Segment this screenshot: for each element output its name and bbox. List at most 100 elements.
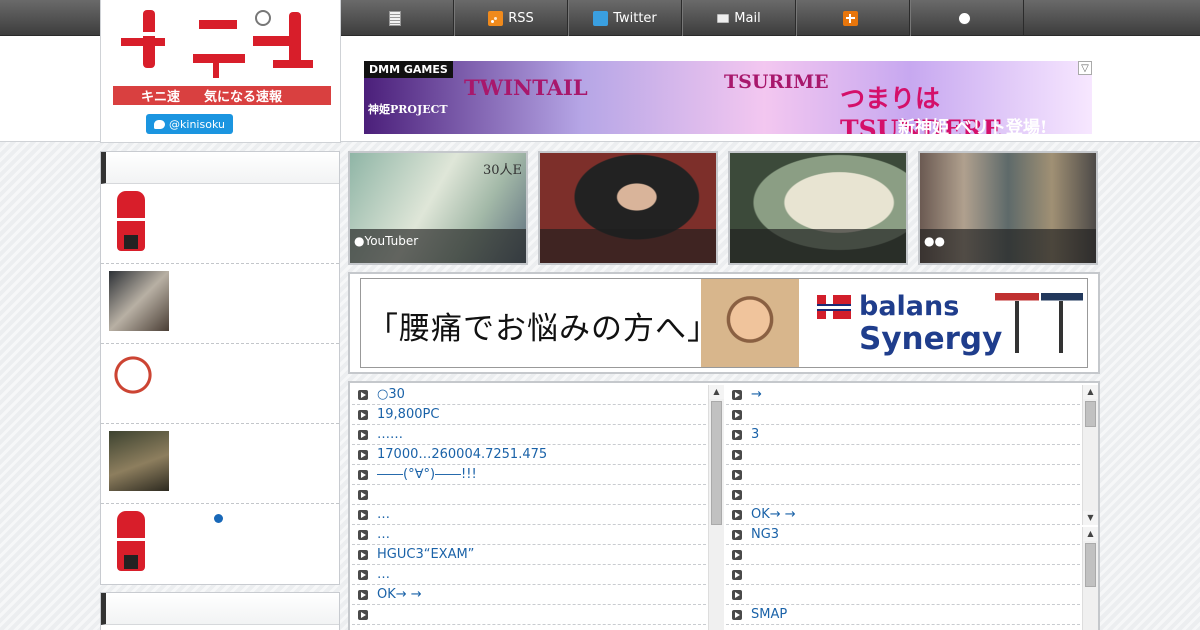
list-item-link[interactable]: … xyxy=(377,567,390,582)
play-bullet-icon xyxy=(732,429,742,440)
list-item-link[interactable]: → xyxy=(751,387,762,402)
item-thumbnail[interactable] xyxy=(117,511,145,571)
card-caption[interactable] xyxy=(540,229,716,263)
play-bullet-icon xyxy=(358,549,368,560)
scroll-down-icon[interactable]: ▼ xyxy=(1083,511,1098,525)
mid-ad-banner[interactable]: 「腰痛でお悩みの方へ」 balans Synergy xyxy=(360,278,1088,368)
list-item[interactable] xyxy=(726,545,1080,565)
twitter-icon xyxy=(593,10,609,26)
list-item[interactable]: → xyxy=(726,385,1080,405)
item-thumbnail[interactable] xyxy=(117,191,145,251)
nav-item-document[interactable] xyxy=(340,0,454,36)
play-bullet-icon xyxy=(358,429,368,440)
card-caption[interactable]: ●YouTuber xyxy=(350,229,526,263)
item-thumbnail[interactable] xyxy=(109,351,169,411)
nav-item-twitter[interactable]: Twitter xyxy=(568,0,682,36)
nav-item-kani[interactable] xyxy=(796,0,910,36)
list-item-link[interactable]: 19,800PC xyxy=(377,407,439,422)
play-bullet-icon xyxy=(732,389,742,400)
nav-item-mail[interactable]: Mail xyxy=(682,0,796,36)
scroll-thumb[interactable] xyxy=(1085,543,1096,587)
list-item[interactable] xyxy=(726,625,1080,630)
list-item[interactable]: … xyxy=(352,525,706,545)
list-item[interactable] xyxy=(726,485,1080,505)
ad-box: 「腰痛でお悩みの方へ」 balans Synergy xyxy=(348,272,1100,374)
scrollbar[interactable]: ▲ xyxy=(708,385,724,630)
list-item[interactable] xyxy=(726,565,1080,585)
nav-item-rss[interactable]: RSS xyxy=(454,0,568,36)
item-thumbnail[interactable] xyxy=(109,431,169,491)
card-caption[interactable] xyxy=(730,229,906,263)
list-item[interactable] xyxy=(726,405,1080,425)
play-bullet-icon xyxy=(732,529,742,540)
feature-card[interactable]: ●● xyxy=(918,151,1098,265)
list-item[interactable]: 17000…260004.7251.475 xyxy=(352,445,706,465)
kani-icon xyxy=(843,10,858,26)
scroll-up-icon[interactable]: ▲ xyxy=(709,385,724,399)
list-item-link[interactable]: 17000…260004.7251.475 xyxy=(377,447,547,462)
list-item-link[interactable]: ――(°∀°)――!!! xyxy=(377,467,477,482)
list-item[interactable] xyxy=(726,465,1080,485)
list-item-link[interactable]: NG3 xyxy=(751,527,779,542)
list-item[interactable]: NG3 xyxy=(726,525,1080,545)
list-items: → 3 OK→ → NG3 SMAP xyxy=(726,385,1098,630)
play-bullet-icon xyxy=(358,389,368,400)
scroll-up-icon[interactable]: ▲ xyxy=(1083,385,1098,399)
nav-item-label: Mail xyxy=(734,10,761,26)
list-item[interactable]: 3 xyxy=(726,425,1080,445)
list-item-link[interactable]: OK→ → xyxy=(377,587,422,602)
sidebar-item[interactable] xyxy=(101,264,339,344)
list-item-link[interactable]: … xyxy=(377,507,390,522)
list-item[interactable]: HGUC3“EXAM” xyxy=(352,545,706,565)
list-item[interactable]: ○30 xyxy=(352,385,706,405)
list-item[interactable]: SMAP xyxy=(726,605,1080,625)
article-list-right: → 3 OK→ → NG3 SMAP ▲ ▼ ▲ xyxy=(726,385,1098,630)
feature-card[interactable] xyxy=(728,151,908,265)
list-item[interactable]: … xyxy=(352,505,706,525)
scrollbar[interactable]: ▲ xyxy=(1082,527,1098,630)
list-item[interactable]: …… xyxy=(352,425,706,445)
list-item[interactable]: OK→ → xyxy=(352,585,706,605)
list-item[interactable] xyxy=(352,605,706,625)
feature-card[interactable]: 30人E ●YouTuber xyxy=(348,151,528,265)
sidebar-item[interactable] xyxy=(101,504,339,584)
list-item[interactable]: … xyxy=(352,565,706,585)
scroll-thumb[interactable] xyxy=(1085,401,1096,427)
sidebar-item[interactable] xyxy=(101,344,339,424)
twitter-follow-label: @kinisoku xyxy=(169,117,225,131)
sidebar-item[interactable] xyxy=(101,424,339,504)
play-bullet-icon xyxy=(732,489,742,500)
list-item[interactable]: OK→ → xyxy=(726,505,1080,525)
feature-card[interactable] xyxy=(538,151,718,265)
scroll-up-icon[interactable]: ▲ xyxy=(1083,527,1098,541)
list-item[interactable] xyxy=(726,445,1080,465)
item-thumbnail[interactable] xyxy=(109,271,169,331)
card-image-text: 30人E xyxy=(482,163,522,178)
list-item[interactable] xyxy=(726,585,1080,605)
list-item[interactable]: 19,800PC xyxy=(352,405,706,425)
list-item-link[interactable]: HGUC3“EXAM” xyxy=(377,547,474,562)
list-item-link[interactable]: … xyxy=(377,527,390,542)
list-item[interactable]: ――(°∀°)――!!! xyxy=(352,465,706,485)
site-logo-box: キニ速 気になる速報 @kinisoku xyxy=(100,0,341,143)
logo-art[interactable] xyxy=(113,8,331,86)
list-item[interactable] xyxy=(352,625,706,630)
play-bullet-icon xyxy=(732,549,742,560)
list-item-link[interactable]: OK→ → xyxy=(751,507,796,522)
list-item[interactable] xyxy=(352,485,706,505)
scrollbar[interactable]: ▲ ▼ xyxy=(1082,385,1098,525)
list-item-link[interactable]: SMAP xyxy=(751,607,787,622)
top-ad-banner[interactable]: DMM GAMES 神姫PROJECT TWINTAIL TSURIME つまり… xyxy=(364,61,1092,134)
nav-item-face[interactable] xyxy=(910,0,1024,36)
play-bullet-icon xyxy=(732,589,742,600)
play-bullet-icon xyxy=(358,509,368,520)
list-item-link[interactable]: ○30 xyxy=(377,387,405,402)
scroll-thumb[interactable] xyxy=(711,401,722,525)
card-caption[interactable]: ●● xyxy=(920,229,1096,263)
twitter-follow-button[interactable]: @kinisoku xyxy=(146,114,233,134)
sidebar-item[interactable] xyxy=(101,184,339,264)
logo-bar: キニ速 気になる速報 xyxy=(113,86,331,105)
list-item-link[interactable]: 3 xyxy=(751,427,759,442)
list-item-link[interactable]: …… xyxy=(377,427,403,442)
ad-choices-icon[interactable]: ▽ xyxy=(1078,61,1092,75)
